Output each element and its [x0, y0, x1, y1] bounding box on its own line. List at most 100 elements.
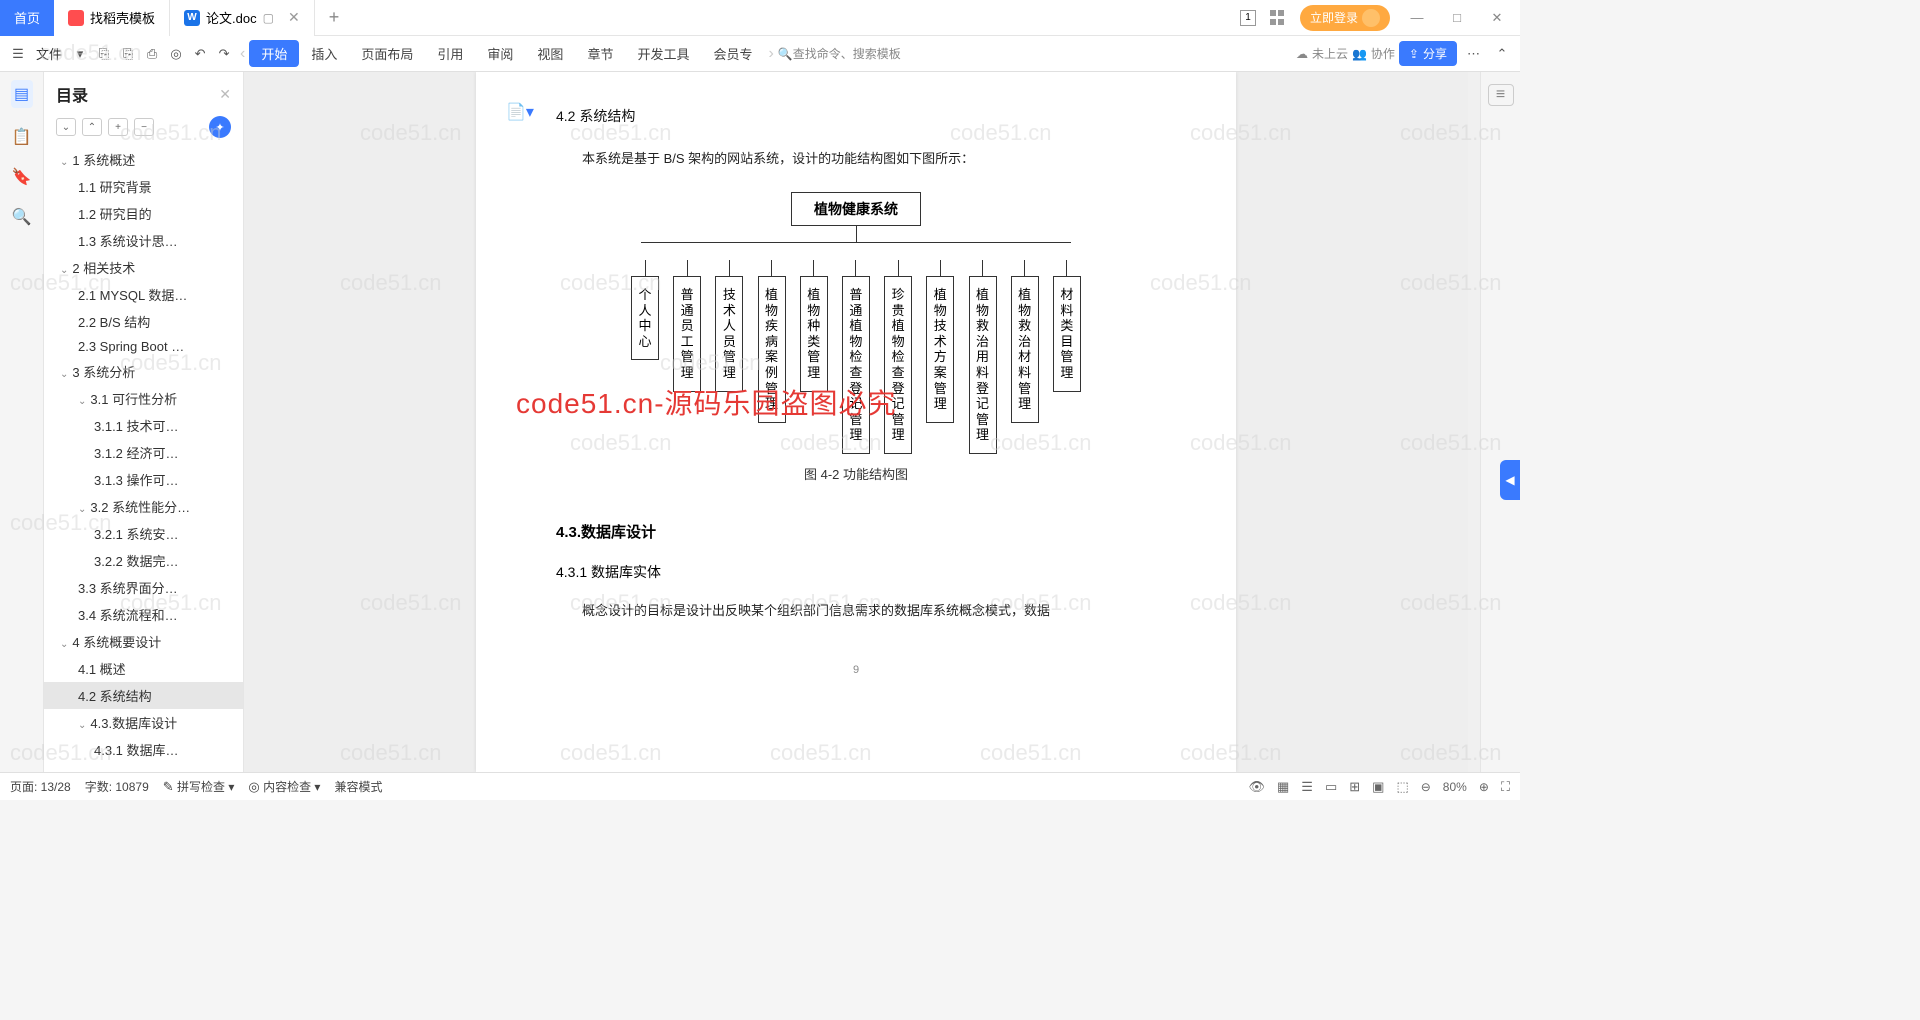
- toc-item[interactable]: ⌄3 系统分析: [44, 358, 243, 385]
- toc-item[interactable]: 3.2.2 数据完…: [44, 547, 243, 574]
- toc-item[interactable]: 3.1.1 技术可…: [44, 412, 243, 439]
- toc-item[interactable]: 2.1 MYSQL 数据…: [44, 281, 243, 308]
- popout-icon[interactable]: ▢: [263, 11, 274, 25]
- more-icon[interactable]: ⋯: [1461, 40, 1486, 68]
- status-compat[interactable]: 兼容模式: [334, 778, 382, 795]
- apps-icon[interactable]: [1270, 10, 1286, 26]
- login-button[interactable]: 立即登录: [1300, 5, 1390, 31]
- close-tab-icon[interactable]: ✕: [288, 9, 300, 26]
- menu-layout[interactable]: 页面布局: [349, 44, 425, 63]
- status-page[interactable]: 页面: 13/28: [10, 778, 71, 795]
- add-heading-icon[interactable]: +: [108, 118, 128, 136]
- tab-home[interactable]: 首页: [0, 0, 54, 36]
- toc-item[interactable]: 1.2 研究目的: [44, 200, 243, 227]
- window-maximize[interactable]: □: [1444, 10, 1470, 25]
- collab-button[interactable]: 👥协作: [1352, 45, 1395, 62]
- tab-document[interactable]: W 论文.doc ▢ ✕: [170, 0, 315, 36]
- zoom-in[interactable]: ⊕: [1479, 780, 1489, 794]
- menu-reference[interactable]: 引用: [425, 44, 475, 63]
- outline-close-icon[interactable]: ✕: [219, 86, 231, 103]
- panel-toggle-icon[interactable]: ≡: [1488, 84, 1514, 106]
- diagram-node: 个人中心: [631, 276, 659, 360]
- diagram-node: 普通植物检查登记管理: [842, 276, 870, 454]
- view-page-icon[interactable]: ▦: [1277, 779, 1289, 795]
- toc-item[interactable]: 2.2 B/S 结构: [44, 308, 243, 335]
- zoom-level[interactable]: 80%: [1443, 780, 1467, 794]
- view-web-icon[interactable]: ▭: [1325, 779, 1337, 795]
- side-flag-icon[interactable]: ◀: [1500, 460, 1520, 500]
- open-icon[interactable]: ⎘: [116, 40, 140, 68]
- ai-assistant-icon[interactable]: ✦: [209, 116, 231, 138]
- undo-icon[interactable]: ↶: [188, 40, 212, 68]
- toc-item[interactable]: 3.1.3 操作可…: [44, 466, 243, 493]
- menu-review[interactable]: 审阅: [475, 44, 525, 63]
- document-canvas[interactable]: 📄▾ 4.2 系统结构 本系统是基于 B/S 架构的网站系统，设计的功能结构图如…: [244, 72, 1468, 772]
- next-page-icon[interactable]: ›: [764, 45, 777, 63]
- toc-item[interactable]: 3.4 系统流程和…: [44, 601, 243, 628]
- menu-start[interactable]: 开始: [249, 40, 299, 67]
- menu-icon[interactable]: ☰: [6, 40, 30, 68]
- new-icon[interactable]: ⎘: [92, 40, 116, 68]
- view-outline-icon[interactable]: ☰: [1301, 779, 1313, 795]
- toc-item[interactable]: 4.2 系统结构: [44, 682, 243, 709]
- expand-all-icon[interactable]: ⌃: [82, 118, 102, 136]
- content-icon: ◎: [248, 779, 259, 794]
- eye-icon[interactable]: 👁: [1248, 779, 1265, 795]
- toc-item[interactable]: 1.1 研究背景: [44, 173, 243, 200]
- search-placeholder: 查找命令、搜索模板: [793, 45, 901, 62]
- toc-item[interactable]: ⌄4.3.数据库设计: [44, 709, 243, 736]
- view-read-icon[interactable]: ▣: [1372, 779, 1384, 795]
- add-tab-button[interactable]: +: [315, 7, 354, 28]
- status-content[interactable]: ◎ 内容检查 ▾: [248, 778, 320, 795]
- share-button[interactable]: ⇪分享: [1399, 41, 1457, 66]
- bookmark-icon[interactable]: 🔖: [11, 166, 33, 188]
- toc-item[interactable]: ⌄3.1 可行性分析: [44, 385, 243, 412]
- toc-item[interactable]: ⌄4 系统概要设计: [44, 628, 243, 655]
- collapse-ribbon-icon[interactable]: ⌃: [1490, 40, 1514, 68]
- outline-panel: 目录 ✕ ⌄ ⌃ + − ✦ ⌄1 系统概述1.1 研究背景1.2 研究目的1.…: [44, 72, 244, 772]
- menu-member[interactable]: 会员专: [701, 44, 764, 63]
- save-icon[interactable]: ▾: [68, 40, 92, 68]
- toc-item[interactable]: 3.1.2 经济可…: [44, 439, 243, 466]
- preview-icon[interactable]: ◎: [164, 40, 188, 68]
- sync-status[interactable]: ☁未上云: [1296, 45, 1348, 62]
- view-grid-icon[interactable]: ⊞: [1349, 779, 1360, 795]
- search-box[interactable]: 🔍 查找命令、搜索模板: [778, 45, 901, 62]
- menu-insert[interactable]: 插入: [299, 44, 349, 63]
- toc-item[interactable]: 1.3 系统设计思…: [44, 227, 243, 254]
- window-minimize[interactable]: —: [1404, 10, 1430, 25]
- toc-item[interactable]: 4.3.1 数据库…: [44, 736, 243, 763]
- status-spell[interactable]: ✎ 拼写检查 ▾: [163, 778, 235, 795]
- toc-item[interactable]: ⌄3.2 系统性能分…: [44, 493, 243, 520]
- search-icon: 🔍: [778, 47, 793, 61]
- menu-devtools[interactable]: 开发工具: [625, 44, 701, 63]
- toc-item[interactable]: 3.2.1 系统安…: [44, 520, 243, 547]
- toc-item[interactable]: ⌄2 相关技术: [44, 254, 243, 281]
- print-icon[interactable]: ⎙: [140, 40, 164, 68]
- menu-chapter[interactable]: 章节: [575, 44, 625, 63]
- toc-item[interactable]: 2.3 Spring Boot …: [44, 335, 243, 358]
- file-menu[interactable]: 文件: [30, 44, 68, 63]
- diagram-root: 植物健康系统: [791, 192, 921, 226]
- ribbon: ☰ 文件 ▾ ⎘ ⎘ ⎙ ◎ ↶ ↷ ‹ 开始 插入 页面布局 引用 审阅 视图…: [0, 36, 1520, 72]
- heading-4-2: 4.2 系统结构: [556, 106, 1156, 126]
- tab-template[interactable]: 找稻壳模板: [54, 0, 170, 36]
- zoom-fit-icon[interactable]: ⬚: [1396, 779, 1408, 795]
- redo-icon[interactable]: ↷: [212, 40, 236, 68]
- layout-icon[interactable]: 1: [1240, 10, 1256, 26]
- remove-heading-icon[interactable]: −: [134, 118, 154, 136]
- scrollbar[interactable]: [1468, 72, 1480, 772]
- window-close[interactable]: ✕: [1484, 10, 1510, 26]
- fullscreen-icon[interactable]: ⛶: [1501, 779, 1510, 795]
- outline-icon[interactable]: ▤: [11, 80, 33, 108]
- toc-item[interactable]: ⌄1 系统概述: [44, 146, 243, 173]
- menu-view[interactable]: 视图: [525, 44, 575, 63]
- status-words[interactable]: 字数: 10879: [85, 778, 149, 795]
- find-icon[interactable]: 🔍: [11, 206, 33, 228]
- zoom-out[interactable]: ⊖: [1421, 780, 1431, 794]
- clipboard-icon[interactable]: 📋: [11, 126, 33, 148]
- toc-item[interactable]: 4.1 概述: [44, 655, 243, 682]
- prev-page-icon[interactable]: ‹: [236, 45, 249, 63]
- collapse-all-icon[interactable]: ⌄: [56, 118, 76, 136]
- toc-item[interactable]: 3.3 系统界面分…: [44, 574, 243, 601]
